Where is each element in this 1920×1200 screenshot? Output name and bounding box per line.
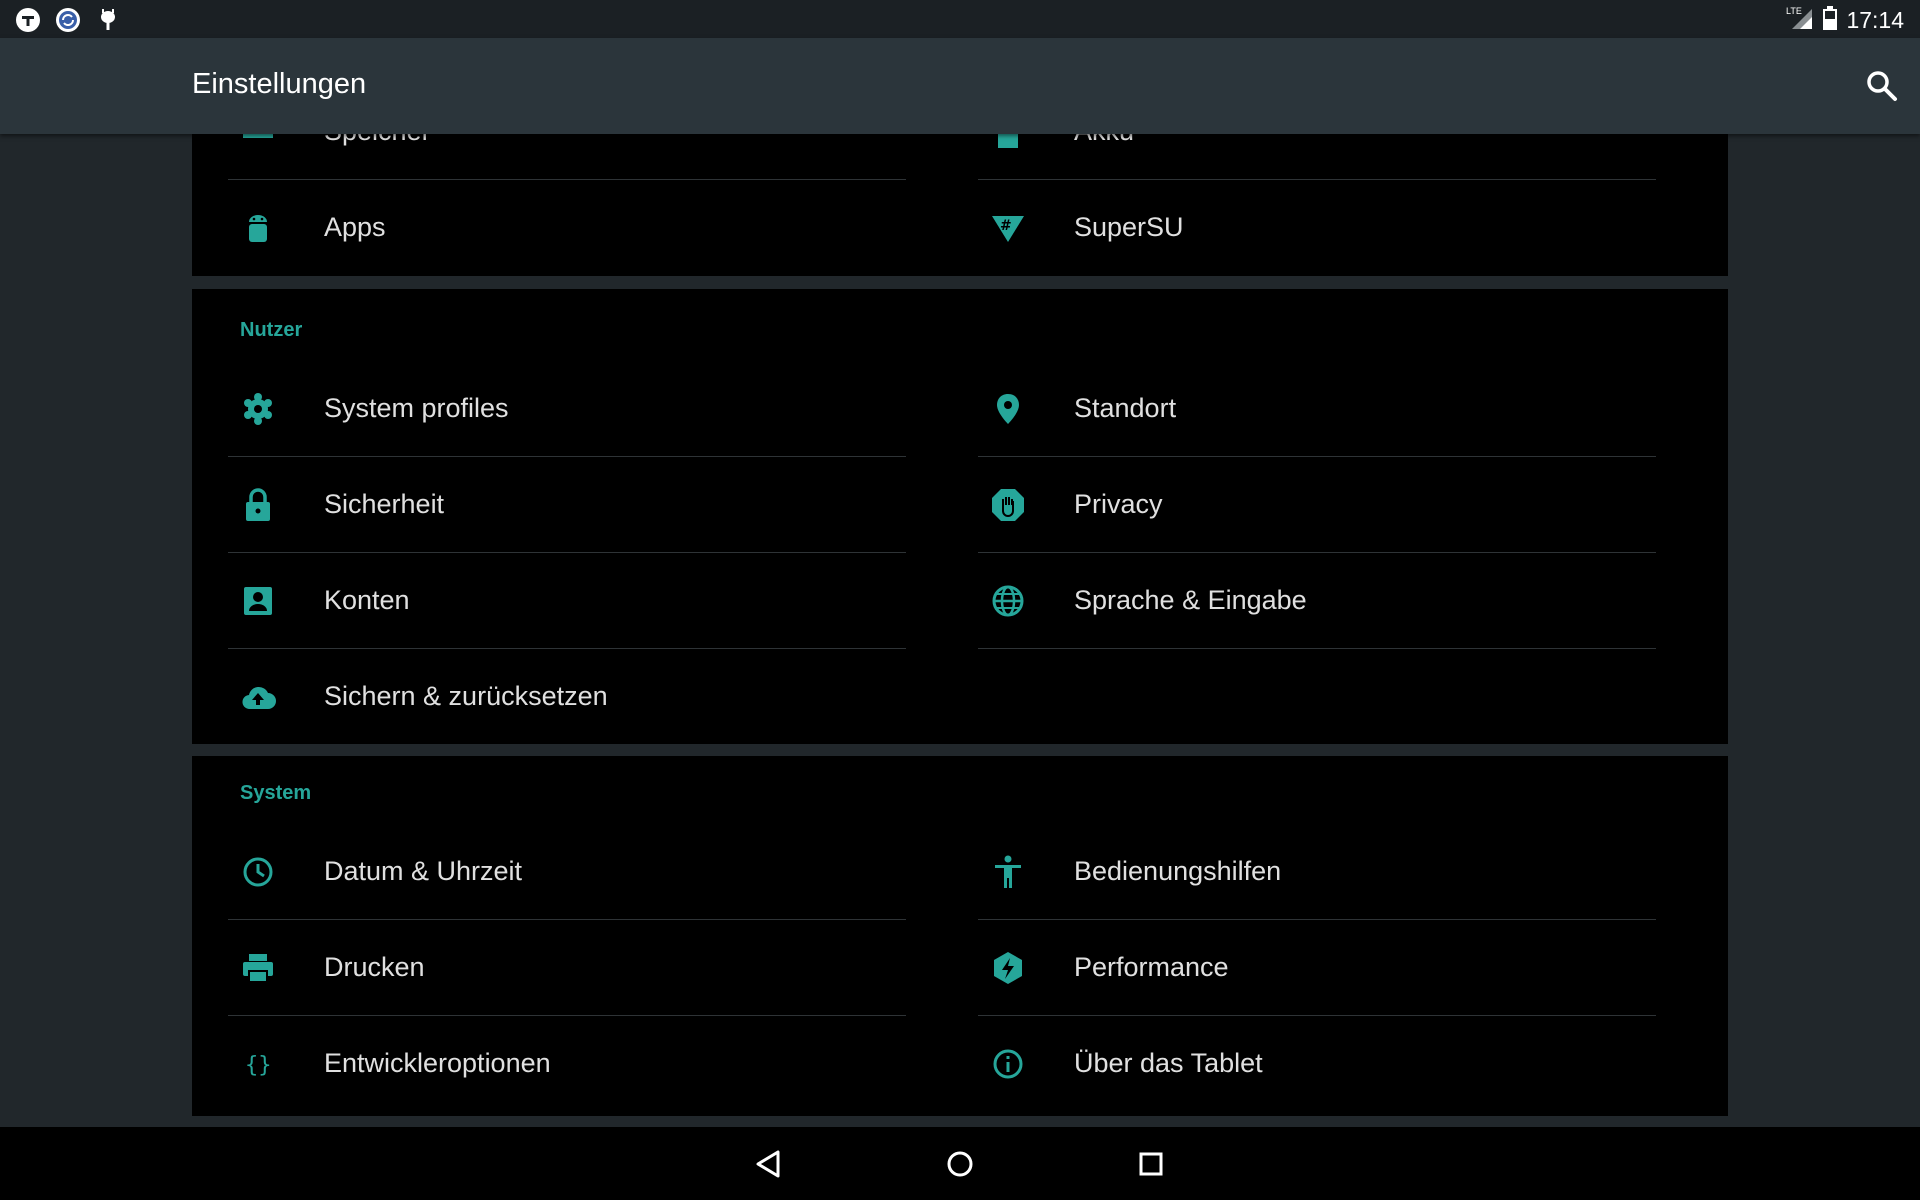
account-icon [240, 583, 276, 619]
settings-item-label: Sichern & zurücksetzen [324, 681, 608, 711]
settings-item-akku[interactable]: Akku [942, 134, 1656, 180]
svg-text:{}: {} [245, 1053, 272, 1078]
settings-item-label: System profiles [324, 393, 509, 423]
settings-item-label: Über das Tablet [1074, 1048, 1263, 1078]
lte-signal-icon: LTE [1786, 5, 1814, 36]
globe-icon [990, 583, 1026, 619]
svg-text:#: # [1000, 218, 1012, 234]
section-header-system: System [240, 782, 312, 804]
settings-item-drucken[interactable]: Drucken [192, 920, 906, 1016]
sync-icon [54, 6, 82, 32]
settings-item-entwickleroptionen[interactable]: {} Entwickleroptionen [192, 1016, 906, 1112]
info-icon [990, 1046, 1026, 1082]
settings-item-bedienungshilfen[interactable]: Bedienungshilfen [942, 824, 1656, 920]
settings-item-label: Sprache & Eingabe [1074, 585, 1307, 615]
clock-icon [240, 854, 276, 890]
svg-text:LTE: LTE [1786, 6, 1802, 16]
wrench-app-icon [14, 6, 42, 32]
battery-icon [990, 134, 1026, 150]
home-icon[interactable] [937, 1141, 983, 1187]
settings-item-label: Standort [1074, 393, 1177, 423]
printer-icon [240, 950, 276, 986]
system-card: System Datum & Uhrzeit Bedienungshilfen … [192, 756, 1728, 1116]
app-bar: Einstellungen [0, 38, 1920, 134]
android-debug-icon [94, 6, 122, 32]
settings-item-label: Akku [1074, 134, 1134, 147]
settings-item-konten[interactable]: Konten [192, 553, 906, 649]
status-bar: LTE 17:14 [0, 0, 1920, 38]
settings-item-label: Datum & Uhrzeit [324, 856, 523, 886]
battery-icon [1822, 5, 1838, 36]
privacy-hand-icon [990, 487, 1026, 523]
recents-icon[interactable] [1128, 1141, 1174, 1187]
lock-icon [240, 487, 276, 523]
settings-item-performance[interactable]: Performance [942, 920, 1656, 1016]
clock-time: 17:14 [1846, 7, 1904, 33]
settings-item-label: Performance [1074, 952, 1229, 982]
accessibility-icon [990, 854, 1026, 890]
settings-item-label: Bedienungshilfen [1074, 856, 1282, 886]
settings-item-label: Drucken [324, 952, 425, 982]
android-icon [240, 210, 276, 246]
settings-list[interactable]: Speicher Akku Apps # SuperSU Nutzer [0, 134, 1920, 1127]
section-header-nutzer: Nutzer [240, 319, 303, 341]
settings-item-label: Entwickleroptionen [324, 1048, 551, 1078]
location-icon [990, 391, 1026, 427]
performance-icon [990, 950, 1026, 986]
profiles-icon [240, 391, 276, 427]
nutzer-card: Nutzer System profiles Standort Sicherhe… [192, 289, 1728, 744]
settings-item-label: Sicherheit [324, 489, 445, 519]
navigation-bar [0, 1127, 1920, 1200]
supersu-icon: # [990, 210, 1026, 246]
back-icon[interactable] [746, 1141, 792, 1187]
settings-item-ueber-das-tablet[interactable]: Über das Tablet [942, 1016, 1656, 1112]
settings-item-standort[interactable]: Standort [942, 361, 1656, 457]
settings-item-label: Apps [324, 212, 386, 242]
braces-icon: {} [240, 1046, 276, 1082]
settings-item-sicherheit[interactable]: Sicherheit [192, 457, 906, 553]
cloud-upload-icon [240, 679, 276, 715]
device-card: Speicher Akku Apps # SuperSU [192, 134, 1728, 276]
search-icon[interactable] [1862, 66, 1902, 106]
settings-item-apps[interactable]: Apps [192, 180, 906, 276]
settings-item-label: SuperSU [1074, 212, 1184, 242]
settings-item-supersu[interactable]: # SuperSU [942, 180, 1656, 276]
page-title: Einstellungen [192, 68, 367, 100]
settings-item-privacy[interactable]: Privacy [942, 457, 1656, 553]
settings-item-sprache-eingabe[interactable]: Sprache & Eingabe [942, 553, 1656, 649]
settings-item-speicher[interactable]: Speicher [192, 134, 906, 180]
notification-icons [14, 6, 122, 32]
settings-item-sichern-zuruecksetzen[interactable]: Sichern & zurücksetzen [192, 649, 906, 745]
settings-item-label: Speicher [324, 134, 431, 147]
settings-item-label: Konten [324, 585, 410, 615]
storage-icon [240, 134, 276, 150]
settings-item-label: Privacy [1074, 489, 1163, 519]
settings-item-system-profiles[interactable]: System profiles [192, 361, 906, 457]
settings-item-datum-uhrzeit[interactable]: Datum & Uhrzeit [192, 824, 906, 920]
divider [978, 648, 1656, 649]
